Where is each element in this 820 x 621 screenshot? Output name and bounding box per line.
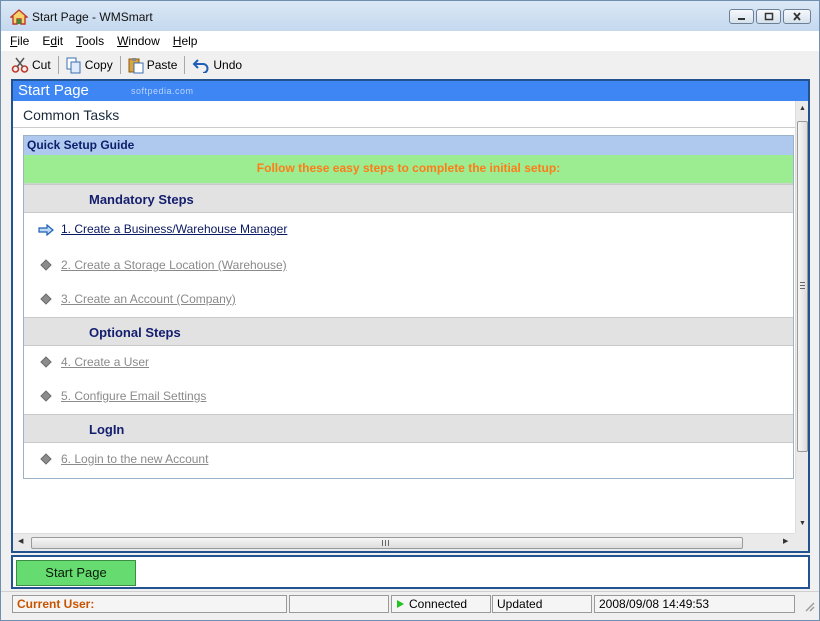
step-link-create-account[interactable]: 3. Create an Account (Company) (61, 292, 236, 306)
step-item: 1. Create a Business/Warehouse Manager (24, 213, 793, 249)
menu-window-label: indow (128, 34, 160, 48)
status-datetime: 2008/09/08 14:49:53 (594, 595, 795, 613)
minimize-icon (738, 17, 745, 20)
close-icon (793, 12, 801, 21)
scroll-left-icon[interactable]: ◀ (18, 537, 23, 545)
section-header-mandatory: Mandatory Steps (24, 184, 793, 213)
title-bar: Start Page - WMSmart (1, 1, 819, 31)
connected-indicator-icon (397, 600, 404, 608)
grip-line (800, 282, 805, 283)
tab-start-page[interactable]: Start Page (16, 560, 136, 586)
menu-file-label: ile (17, 34, 30, 48)
status-current-user: Current User: (12, 595, 287, 613)
scrollbar-corner (795, 533, 808, 551)
menu-bar: File Edit Tools Window Help (1, 31, 819, 51)
resize-grip-icon[interactable] (803, 600, 815, 612)
guide-instructions: Follow these easy steps to complete the … (24, 155, 793, 184)
menu-window[interactable]: Window (117, 34, 160, 48)
menu-help[interactable]: Help (173, 34, 198, 48)
window-title: Start Page - WMSmart (32, 10, 153, 24)
toolbar: Cut Copy Paste Undo (7, 53, 246, 77)
quick-setup-guide: Quick Setup Guide Follow these easy step… (23, 135, 794, 479)
arrow-right-icon (38, 224, 54, 236)
step-item: 3. Create an Account (Company) (24, 283, 793, 317)
close-button[interactable] (783, 9, 811, 24)
step-link-login[interactable]: 6. Login to the new Account (61, 452, 208, 466)
home-icon (10, 9, 28, 25)
status-updated: Updated (492, 595, 592, 613)
watermark: softpedia.com (131, 86, 194, 96)
step-item: 4. Create a User (24, 346, 793, 380)
horizontal-scrollbar[interactable]: ◀ ▶ (13, 533, 795, 551)
app-window: Start Page - WMSmart File Edit Tools Win… (0, 0, 820, 621)
section-header-optional: Optional Steps (24, 317, 793, 346)
copy-button[interactable]: Copy (62, 54, 117, 76)
copy-icon (66, 57, 81, 73)
paste-label: Paste (146, 58, 178, 72)
undo-label: Undo (213, 58, 243, 72)
step-item: 6. Login to the new Account (24, 443, 793, 477)
horizontal-scroll-thumb[interactable] (31, 537, 743, 549)
window-controls (729, 9, 811, 24)
panel-title: Start Page (18, 82, 89, 99)
grip-line (800, 285, 805, 286)
menu-file[interactable]: File (10, 34, 29, 48)
menu-edit[interactable]: Edit (42, 34, 63, 48)
scroll-right-icon[interactable]: ▶ (783, 537, 788, 545)
step-link-create-user[interactable]: 4. Create a User (61, 355, 149, 369)
diamond-bullet-icon (40, 356, 52, 368)
scroll-down-icon[interactable]: ▼ (799, 520, 806, 527)
toolbar-separator (184, 56, 186, 74)
diamond-bullet-icon (40, 390, 52, 402)
cut-button[interactable]: Cut (7, 54, 55, 76)
step-link-configure-email[interactable]: 5. Configure Email Settings (61, 389, 206, 403)
diamond-bullet-icon (40, 453, 52, 465)
step-link-create-manager[interactable]: 1. Create a Business/Warehouse Manager (61, 222, 287, 236)
panel-header: Start Page softpedia.com (13, 81, 808, 101)
undo-icon (192, 59, 209, 73)
common-tasks-heading: Common Tasks (13, 102, 796, 128)
step-item: 5. Configure Email Settings (24, 380, 793, 414)
scissors-icon (11, 57, 29, 73)
document-tab-strip: Start Page (11, 555, 810, 589)
status-connection: Connected (391, 595, 491, 613)
menu-edit-label: it (57, 34, 64, 48)
section-header-login: LogIn (24, 414, 793, 443)
step-item: 2. Create a Storage Location (Warehouse) (24, 249, 793, 283)
grip-line (800, 288, 805, 289)
status-empty-panel (289, 595, 389, 613)
paste-button[interactable]: Paste (124, 54, 182, 76)
vertical-scroll-thumb[interactable] (797, 121, 808, 452)
menu-tools-label: ools (82, 34, 105, 48)
menu-tools[interactable]: Tools (76, 34, 104, 48)
minimize-button[interactable] (729, 9, 754, 24)
scroll-up-icon[interactable]: ▲ (799, 105, 806, 112)
diamond-bullet-icon (40, 293, 52, 305)
cut-label: Cut (32, 58, 51, 72)
vertical-scrollbar[interactable]: ▲ ▼ (795, 101, 808, 533)
status-bar: Current User: Connected Updated 2008/09/… (1, 591, 819, 620)
toolbar-separator (119, 56, 121, 74)
guide-title: Quick Setup Guide (24, 136, 793, 155)
toolbar-separator (57, 56, 59, 74)
grip-line (385, 540, 386, 546)
status-connection-label: Connected (409, 597, 468, 611)
diamond-bullet-icon (40, 259, 52, 271)
grip-line (382, 540, 383, 546)
copy-label: Copy (84, 58, 113, 72)
step-link-create-storage[interactable]: 2. Create a Storage Location (Warehouse) (61, 258, 287, 272)
undo-button[interactable]: Undo (188, 54, 246, 76)
restore-button[interactable] (756, 9, 781, 24)
restore-icon (764, 12, 773, 21)
paste-icon (128, 57, 144, 73)
grip-line (388, 540, 389, 546)
menu-window-mnemonic: W (117, 34, 129, 48)
menu-help-label: elp (181, 34, 198, 48)
start-page-panel: Start Page softpedia.com Common Tasks Qu… (11, 79, 810, 553)
